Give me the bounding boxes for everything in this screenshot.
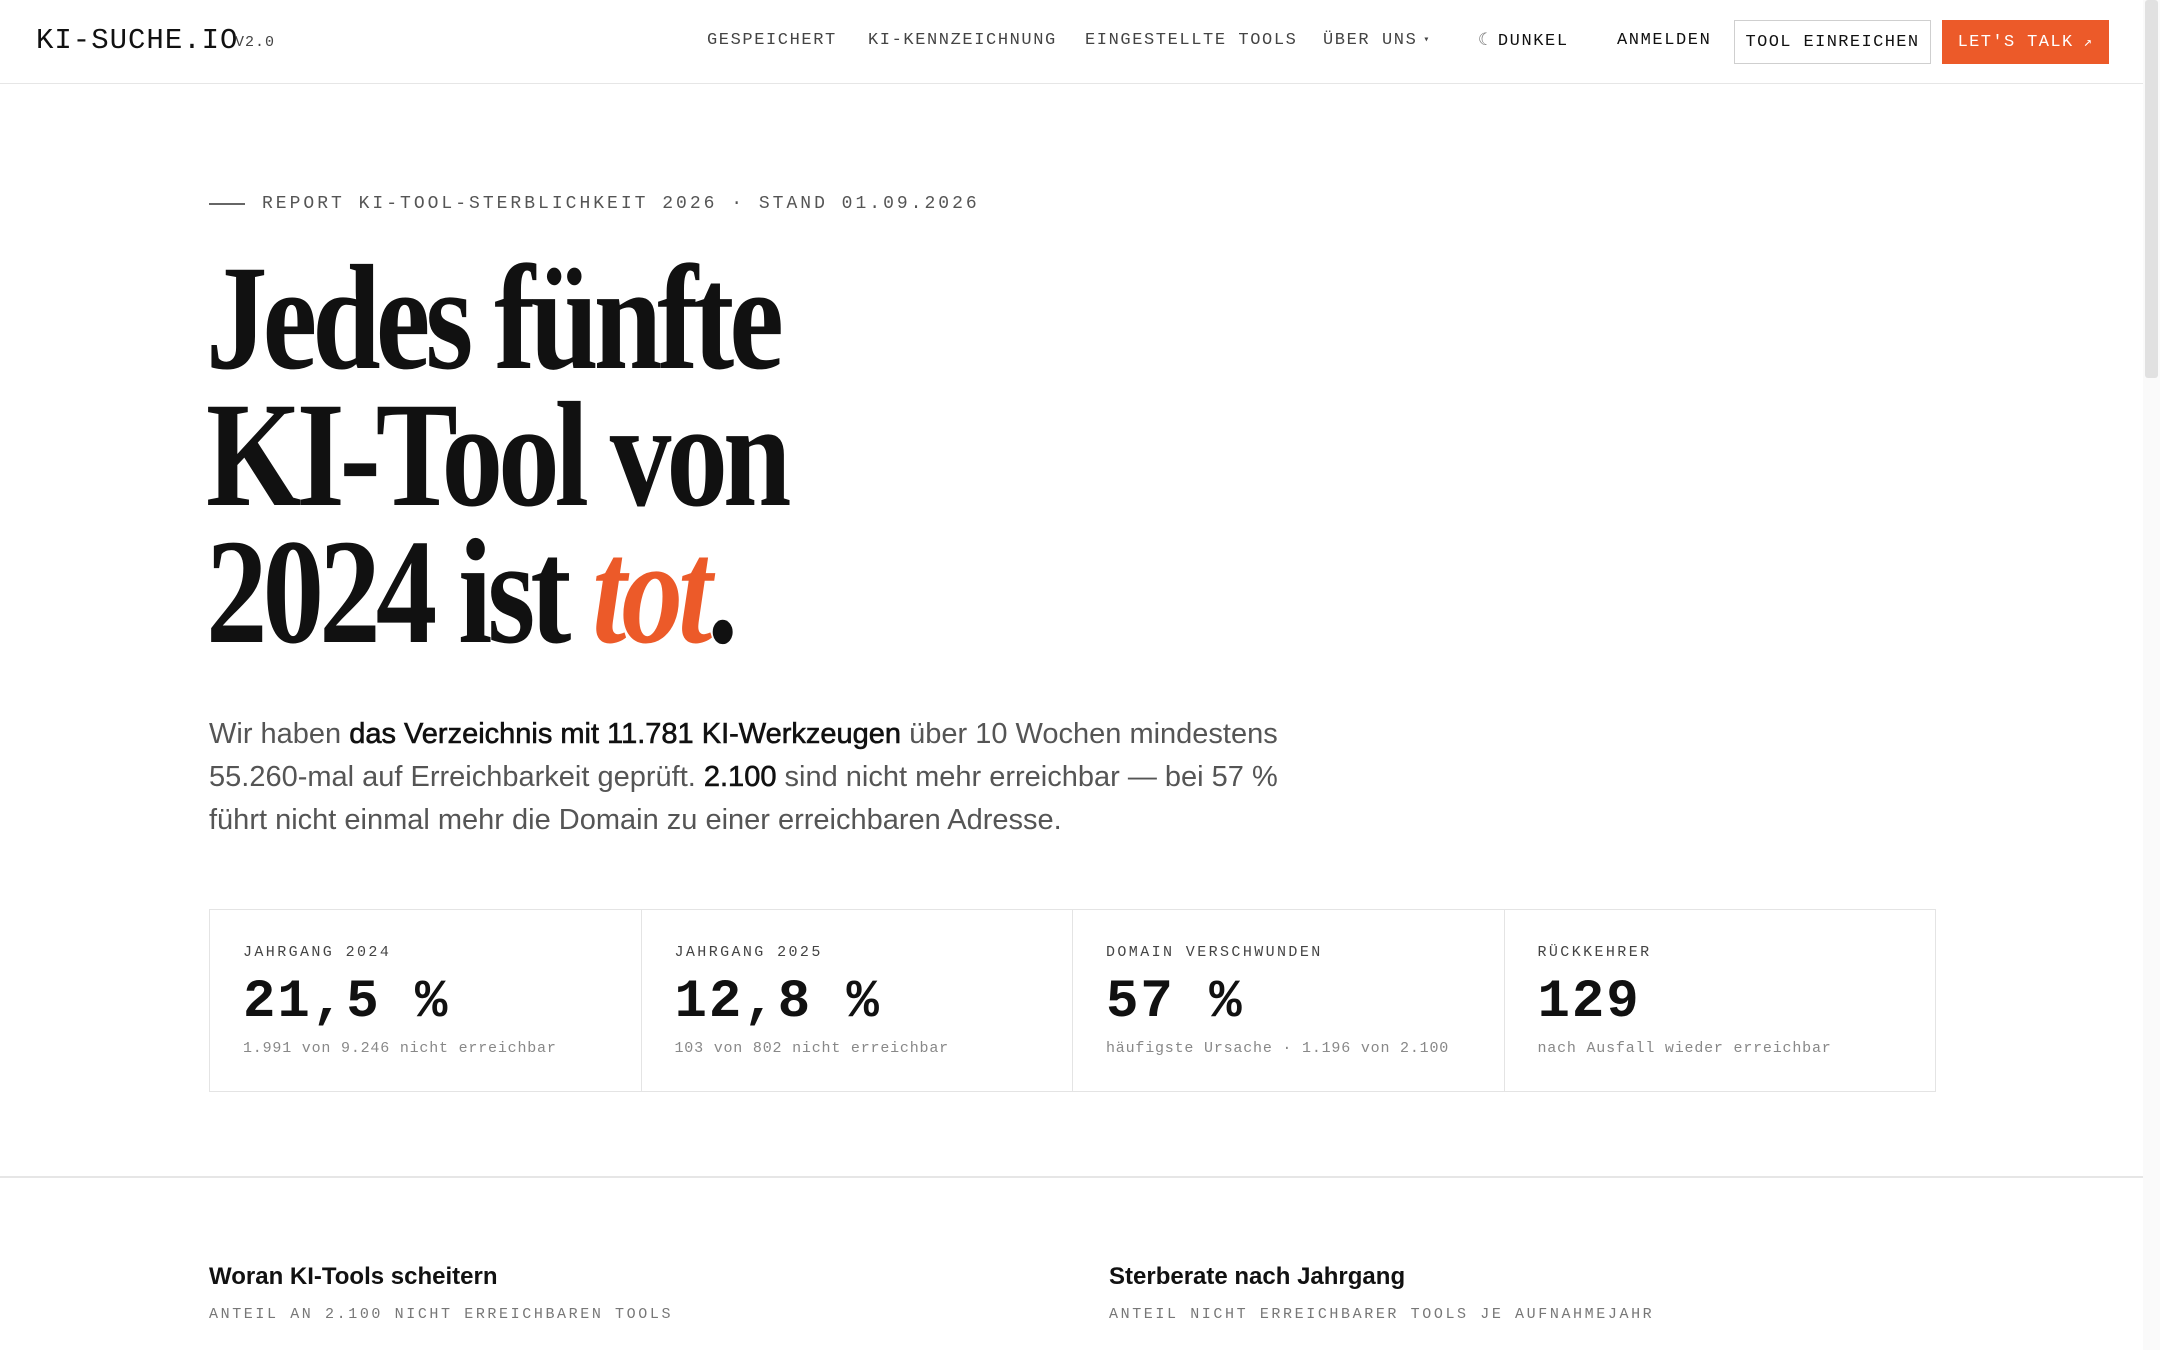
- lead-highlight-directory: das Verzeichnis mit 11.781 KI-Werkzeugen: [349, 718, 902, 751]
- stat-value: 57 %: [1106, 972, 1244, 1033]
- stat-value: 21,5 %: [243, 972, 450, 1033]
- nav-saved[interactable]: GESPEICHERT: [707, 31, 837, 50]
- hero-lead: Wir haben das Verzeichnis mit 11.781 KI-…: [209, 713, 1329, 842]
- headline-line-1: Jedes fünfte: [206, 235, 784, 401]
- stat-card-domain-gone: DOMAIN VERSCHWUNDEN 57 % häufigste Ursac…: [1073, 910, 1505, 1091]
- eyebrow-rule: [209, 203, 245, 205]
- causes-section-subtitle: ANTEIL AN 2.100 NICHT ERREICHBAREN TOOLS: [209, 1306, 674, 1323]
- hero-headline: Jedes fünfte KI-Tool von 2024 ist tot.: [206, 235, 944, 667]
- report-eyebrow: REPORT KI-TOOL-STERBLICHKEIT 2026 · STAN…: [262, 194, 980, 214]
- stat-subtext: häufigste Ursache · 1.196 von 2.100: [1106, 1040, 1450, 1057]
- stat-subtext: 1.991 von 9.246 nicht erreichbar: [243, 1040, 557, 1057]
- headline-accent-word: tot: [592, 509, 712, 675]
- stat-subtext: 103 von 802 nicht erreichbar: [674, 1040, 949, 1057]
- headline-line-3-text: 2024 ist: [206, 509, 593, 675]
- rate-section-title: Sterberate nach Jahrgang: [1109, 1263, 1406, 1290]
- lead-highlight-count: 2.100: [703, 761, 777, 794]
- headline-period: .: [707, 509, 738, 675]
- chevron-down-icon: ▾: [1423, 35, 1432, 46]
- rate-section-subtitle: ANTEIL NICHT ERREICHBARER TOOLS JE AUFNA…: [1109, 1306, 1655, 1323]
- scrollbar-thumb[interactable]: [2145, 0, 2158, 378]
- stats-grid: JAHRGANG 2024 21,5 % 1.991 von 9.246 nic…: [209, 909, 1936, 1092]
- lets-talk-label: LET'S TALK: [1957, 32, 2074, 52]
- nav-about-dropdown[interactable]: ÜBER UNS ▾: [1323, 31, 1431, 50]
- site-header: KI-SUCHE.IO V2.0 GESPEICHERT KI-KENNZEIC…: [0, 0, 2143, 84]
- dark-mode-toggle[interactable]: ☾ DUNKEL: [1478, 30, 1569, 51]
- nav-discontinued-tools[interactable]: EINGESTELLTE TOOLS: [1085, 31, 1297, 50]
- nav-ai-label[interactable]: KI-KENNZEICHNUNG: [868, 31, 1057, 50]
- submit-tool-button[interactable]: TOOL EINREICHEN: [1734, 20, 1931, 64]
- moon-icon: ☾: [1478, 32, 1490, 51]
- site-logo[interactable]: KI-SUCHE.IO: [36, 24, 238, 57]
- stat-label: JAHRGANG 2024: [243, 944, 392, 961]
- headline-line-2: KI-Tool von: [206, 372, 791, 538]
- version-badge: V2.0: [235, 34, 276, 51]
- stat-card-returners: RÜCKKEHRER 129 nach Ausfall wieder errei…: [1505, 910, 1936, 1091]
- causes-section-title: Woran KI-Tools scheitern: [209, 1263, 498, 1290]
- stat-label: RÜCKKEHRER: [1537, 944, 1652, 961]
- nav-about-label: ÜBER UNS: [1323, 31, 1418, 50]
- stat-label: JAHRGANG 2025: [674, 944, 823, 961]
- lead-text-1: Wir haben: [209, 718, 350, 750]
- dark-mode-label: DUNKEL: [1497, 32, 1569, 51]
- stat-label: DOMAIN VERSCHWUNDEN: [1106, 944, 1323, 961]
- stat-value: 12,8 %: [674, 972, 881, 1033]
- lets-talk-button[interactable]: LET'S TALK ↗: [1942, 20, 2109, 64]
- login-link[interactable]: ANMELDEN: [1617, 31, 1711, 50]
- stat-card-2024: JAHRGANG 2024 21,5 % 1.991 von 9.246 nic…: [210, 910, 642, 1091]
- stat-value: 129: [1537, 972, 1641, 1033]
- section-divider: [0, 1176, 2143, 1178]
- arrow-up-right-icon: ↗: [2083, 34, 2094, 51]
- stat-card-2025: JAHRGANG 2025 12,8 % 103 von 802 nicht e…: [642, 910, 1073, 1091]
- headline-line-3: 2024 ist tot.: [206, 517, 944, 667]
- stat-subtext: nach Ausfall wieder erreichbar: [1537, 1040, 1832, 1057]
